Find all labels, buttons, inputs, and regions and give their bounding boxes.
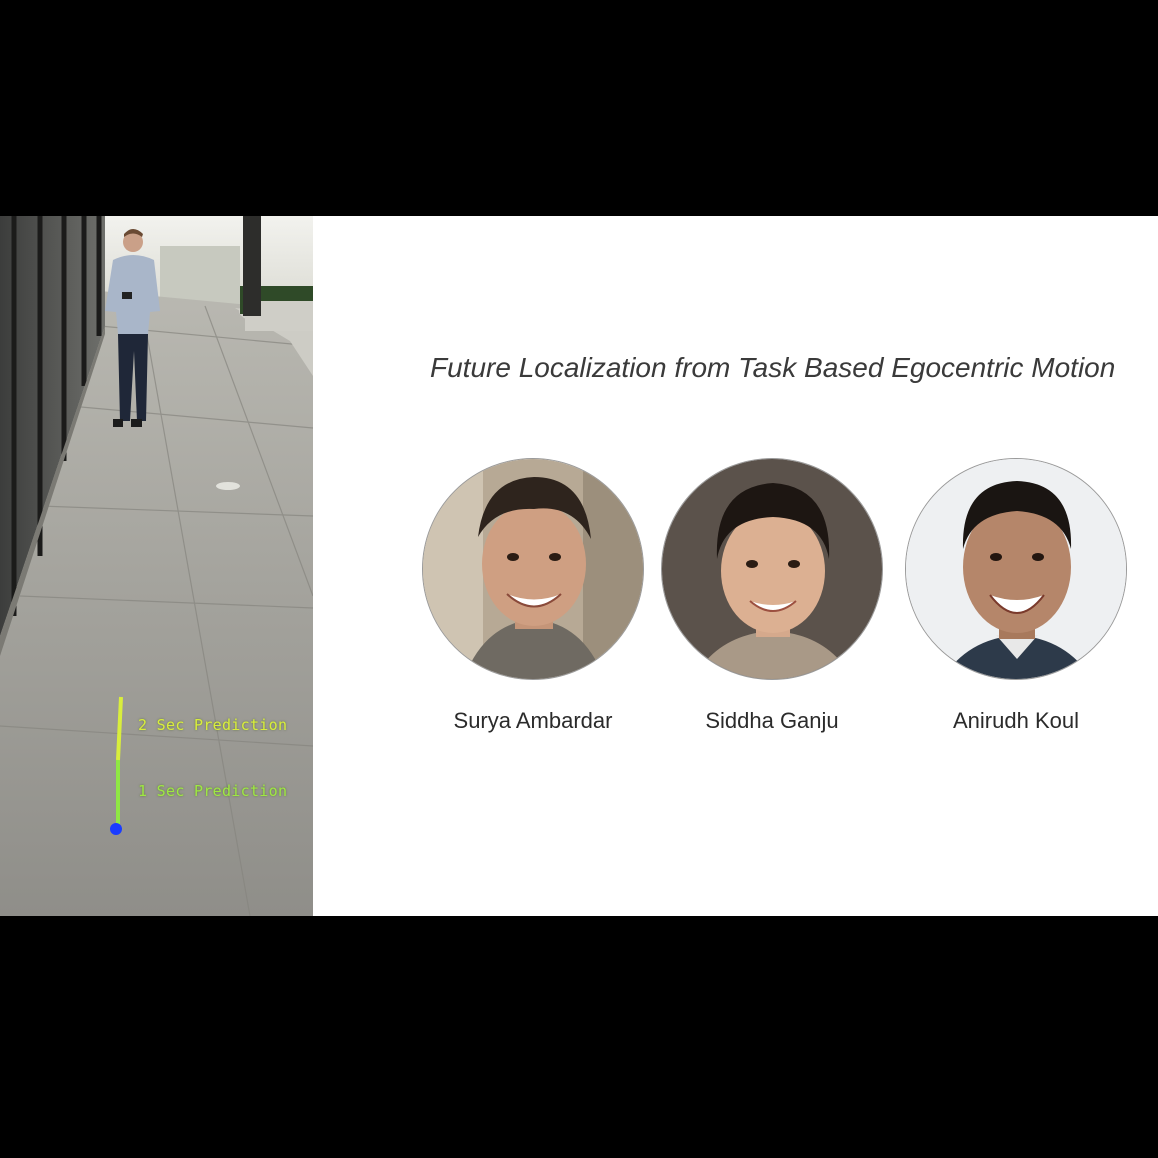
portrait-avatar xyxy=(662,459,882,679)
author-name: Siddha Ganju xyxy=(705,708,839,733)
slide-title: Future Localization from Task Based Egoc… xyxy=(430,352,1116,383)
video-frame: 2 Sec Prediction 1 Sec Prediction Future… xyxy=(0,0,1158,1158)
avatar xyxy=(661,458,883,680)
avatar xyxy=(422,458,644,680)
author-card: Anirudh Koul xyxy=(896,458,1136,734)
sidewalk-photo: 2 Sec Prediction 1 Sec Prediction xyxy=(0,216,313,916)
presentation-slide: 2 Sec Prediction 1 Sec Prediction Future… xyxy=(0,216,1158,916)
origin-dot xyxy=(110,823,122,835)
avatar xyxy=(905,458,1127,680)
author-card: Surya Ambardar xyxy=(413,458,653,734)
sidewalk-photo-illustration xyxy=(0,216,313,916)
portrait-avatar xyxy=(423,459,643,679)
one-second-prediction-label: 1 Sec Prediction xyxy=(138,782,288,800)
portrait-avatar xyxy=(906,459,1126,679)
author-card: Siddha Ganju xyxy=(652,458,892,734)
two-second-prediction-label: 2 Sec Prediction xyxy=(138,716,288,734)
author-name: Anirudh Koul xyxy=(953,708,1079,733)
author-name: Surya Ambardar xyxy=(453,708,613,733)
